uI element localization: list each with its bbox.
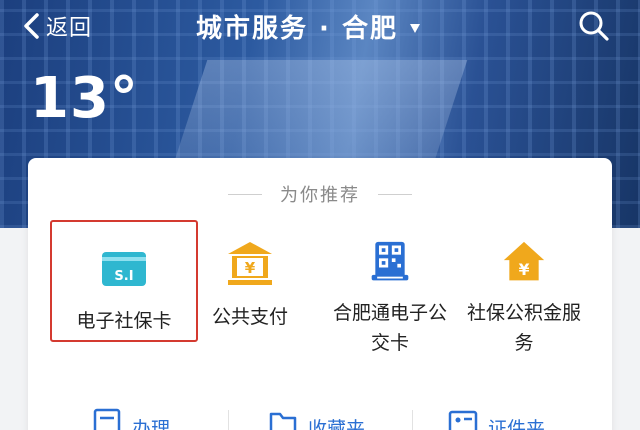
tab-id-folder[interactable]: 证件夹: [448, 404, 545, 430]
top-bar: 返回 城市服务 · 合肥: [0, 0, 640, 52]
caret-down-icon: [409, 23, 420, 33]
svg-text:¥: ¥: [245, 259, 256, 277]
back-button[interactable]: 返回: [22, 10, 92, 42]
tool-label: 收藏夹: [308, 418, 366, 430]
service-social-fund[interactable]: ¥ 社保公积金服务: [454, 218, 594, 358]
service-public-payment[interactable]: ¥ 公共支付: [180, 218, 320, 358]
id-card-icon: [448, 410, 478, 430]
svg-text:S.I: S.I: [114, 269, 133, 284]
service-label: 公共支付: [211, 306, 288, 328]
divider: [228, 410, 229, 430]
service-hefei-bus-card[interactable]: 合肥通电子公交卡: [320, 218, 460, 358]
page-title: 城市服务 · 合肥: [196, 13, 398, 44]
folder-icon: [269, 412, 297, 430]
divider: [228, 193, 262, 195]
temperature: 13°: [30, 66, 139, 131]
chevron-left-icon: [24, 13, 39, 39]
svg-text:¥: ¥: [519, 261, 530, 279]
tool-label: 办理: [132, 418, 171, 430]
tool-label: 证件夹: [488, 418, 546, 430]
divider: [378, 193, 412, 195]
qr-code-card-icon: [371, 241, 409, 281]
divider: [412, 410, 413, 430]
bank-yuan-icon: ¥: [228, 242, 272, 285]
recommend-title: 为你推荐: [280, 185, 360, 206]
search-icon[interactable]: [578, 10, 610, 42]
document-icon: [93, 408, 121, 430]
service-label: 合肥通电子公交卡: [332, 302, 447, 354]
service-social-security-card[interactable]: S.I 电子社保卡: [50, 220, 198, 342]
house-yuan-icon: ¥: [503, 241, 545, 281]
service-label: 社保公积金服务: [466, 302, 581, 354]
back-label: 返回: [46, 16, 93, 41]
tab-handle[interactable]: 办理: [92, 404, 170, 430]
tab-favorites[interactable]: 收藏夹: [268, 404, 365, 430]
recommend-services: S.I 电子社保卡 ¥ 公共支付 合肥通电子公交卡 ¥ 社保公积金服务: [28, 218, 612, 358]
city-selector[interactable]: 城市服务 · 合肥: [196, 8, 420, 44]
recommend-header: 为你推荐: [28, 180, 612, 208]
service-label: 电子社保卡: [76, 310, 172, 332]
social-security-card-icon: S.I: [102, 252, 146, 286]
bottom-toolbar: 办理 收藏夹 证件夹: [28, 404, 612, 430]
recommend-card: 为你推荐 S.I 电子社保卡 ¥ 公共支付 合肥通电子公交卡 ¥ 社保公积金服务…: [28, 158, 612, 430]
